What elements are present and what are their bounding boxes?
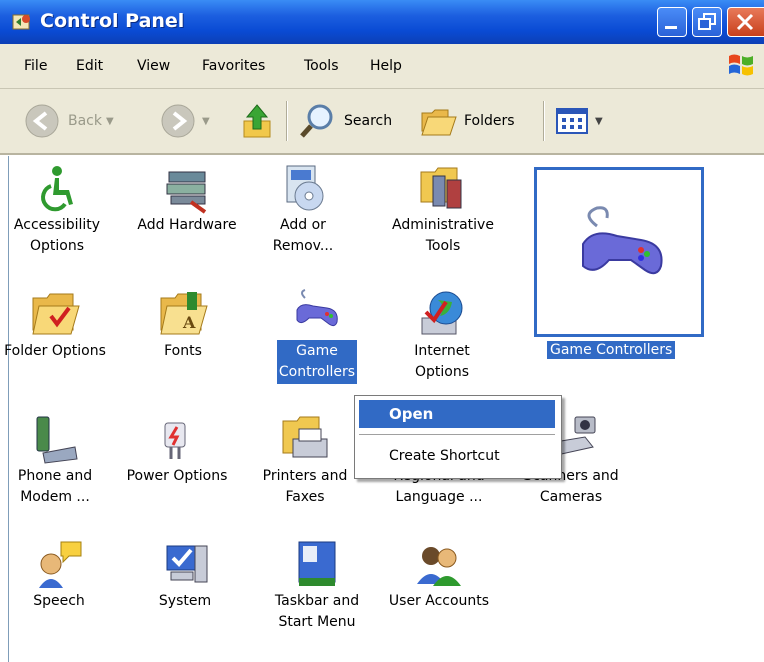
folder-up-icon (243, 104, 271, 138)
item-folder-options[interactable]: Folder Options (0, 288, 110, 363)
back-button[interactable]: Back ▼ (22, 99, 114, 143)
item-label: Add Hardware (137, 217, 237, 233)
menu-help[interactable]: Help (370, 58, 402, 74)
item-printers-faxes[interactable]: Printers and Faxes (250, 413, 360, 509)
menu-bar: File Edit View Favorites Tools Help (0, 44, 764, 89)
restore-icon (698, 13, 716, 30)
minimize-icon (665, 26, 677, 29)
up-button[interactable] (238, 99, 276, 143)
close-button[interactable] (727, 7, 764, 37)
accessibility-icon (41, 166, 73, 212)
preview-label: Game Controllers (547, 341, 676, 359)
menu-edit[interactable]: Edit (76, 58, 103, 74)
forward-button[interactable]: ▼ (158, 99, 210, 143)
internet-options-icon (421, 291, 463, 335)
fonts-icon: A (160, 292, 208, 335)
control-panel-window: Control Panel File Edit View Favorites T… (0, 0, 764, 662)
item-add-remove-programs[interactable]: Add or Remov... (248, 162, 358, 258)
user-accounts-icon (417, 547, 461, 586)
item-taskbar-start-menu[interactable]: Taskbar and Start Menu (262, 538, 372, 634)
gamepad-icon (582, 206, 663, 275)
item-label: Game Controllers (276, 340, 358, 384)
add-remove-programs-icon (286, 165, 324, 211)
views-dropdown-icon[interactable]: ▼ (595, 116, 603, 127)
item-system[interactable]: System (130, 538, 240, 613)
context-menu: Open Create Shortcut (354, 395, 562, 479)
context-separator (359, 434, 555, 435)
item-label: Internet Options (414, 343, 470, 380)
control-panel-icon (12, 14, 30, 30)
item-game-controllers[interactable]: Game Controllers (262, 288, 372, 384)
back-arrow-icon (25, 104, 59, 138)
back-label: Back (68, 113, 102, 129)
forward-dropdown-icon[interactable]: ▼ (202, 116, 210, 127)
search-label: Search (344, 113, 393, 129)
menu-favorites[interactable]: Favorites (202, 58, 265, 74)
item-speech[interactable]: Speech (4, 538, 114, 613)
item-label: User Accounts (388, 593, 490, 609)
add-hardware-icon (166, 171, 207, 214)
menu-tools[interactable]: Tools (304, 58, 339, 74)
context-open[interactable]: Open (359, 400, 555, 428)
item-label: Administrative Tools (392, 217, 494, 254)
printers-faxes-icon (282, 416, 328, 458)
power-options-icon (164, 422, 186, 459)
folders-button[interactable]: Folders (418, 99, 515, 143)
toolbar: Back ▼ ▼ Search Folders ▼ (0, 89, 764, 155)
close-icon (736, 13, 754, 31)
item-accessibility-options[interactable]: Accessibility Options (2, 162, 112, 258)
item-label: Printers and Faxes (262, 468, 348, 505)
item-label: Power Options (126, 468, 228, 484)
title-bar[interactable]: Control Panel (0, 0, 764, 44)
item-label: Taskbar and Start Menu (274, 593, 360, 630)
gamepad-icon (296, 289, 338, 327)
system-icon (166, 545, 208, 583)
window-title: Control Panel (40, 10, 185, 32)
item-power-options[interactable]: Power Options (122, 413, 232, 488)
context-create-shortcut[interactable]: Create Shortcut (359, 442, 555, 470)
forward-arrow-icon (161, 104, 195, 138)
selected-item-preview[interactable] (534, 167, 704, 337)
svg-text:A: A (182, 313, 196, 332)
views-grid-icon (556, 108, 588, 134)
item-internet-options[interactable]: Internet Options (387, 288, 497, 384)
windows-logo-icon (729, 54, 753, 76)
menu-view[interactable]: View (137, 58, 170, 74)
search-icon (300, 104, 333, 138)
phone-modem-icon (36, 416, 78, 464)
restore-button[interactable] (692, 7, 722, 37)
item-phone-modem[interactable]: Phone and Modem ... (0, 413, 110, 509)
item-label: Accessibility Options (13, 217, 101, 254)
search-button[interactable]: Search (298, 99, 392, 143)
folders-icon (421, 109, 457, 136)
folders-label: Folders (464, 113, 515, 129)
item-fonts[interactable]: A Fonts (128, 288, 238, 363)
item-label: Folder Options (4, 343, 106, 359)
administrative-tools-icon (420, 167, 462, 209)
item-administrative-tools[interactable]: Administrative Tools (388, 162, 498, 258)
minimize-button[interactable] (657, 7, 687, 37)
item-user-accounts[interactable]: User Accounts (384, 538, 494, 613)
item-label: Phone and Modem ... (17, 468, 93, 505)
item-label: Add or Remov... (272, 217, 334, 254)
taskbar-start-menu-icon (298, 541, 336, 586)
item-label: Speech (33, 593, 85, 609)
speech-icon (39, 541, 82, 588)
folder-options-icon (32, 293, 80, 335)
views-button[interactable]: ▼ (555, 99, 603, 143)
back-dropdown-icon[interactable]: ▼ (106, 116, 114, 127)
item-add-hardware[interactable]: Add Hardware (132, 162, 242, 237)
item-label: System (158, 593, 212, 609)
menu-file[interactable]: File (24, 58, 47, 74)
item-label: Fonts (164, 343, 202, 359)
